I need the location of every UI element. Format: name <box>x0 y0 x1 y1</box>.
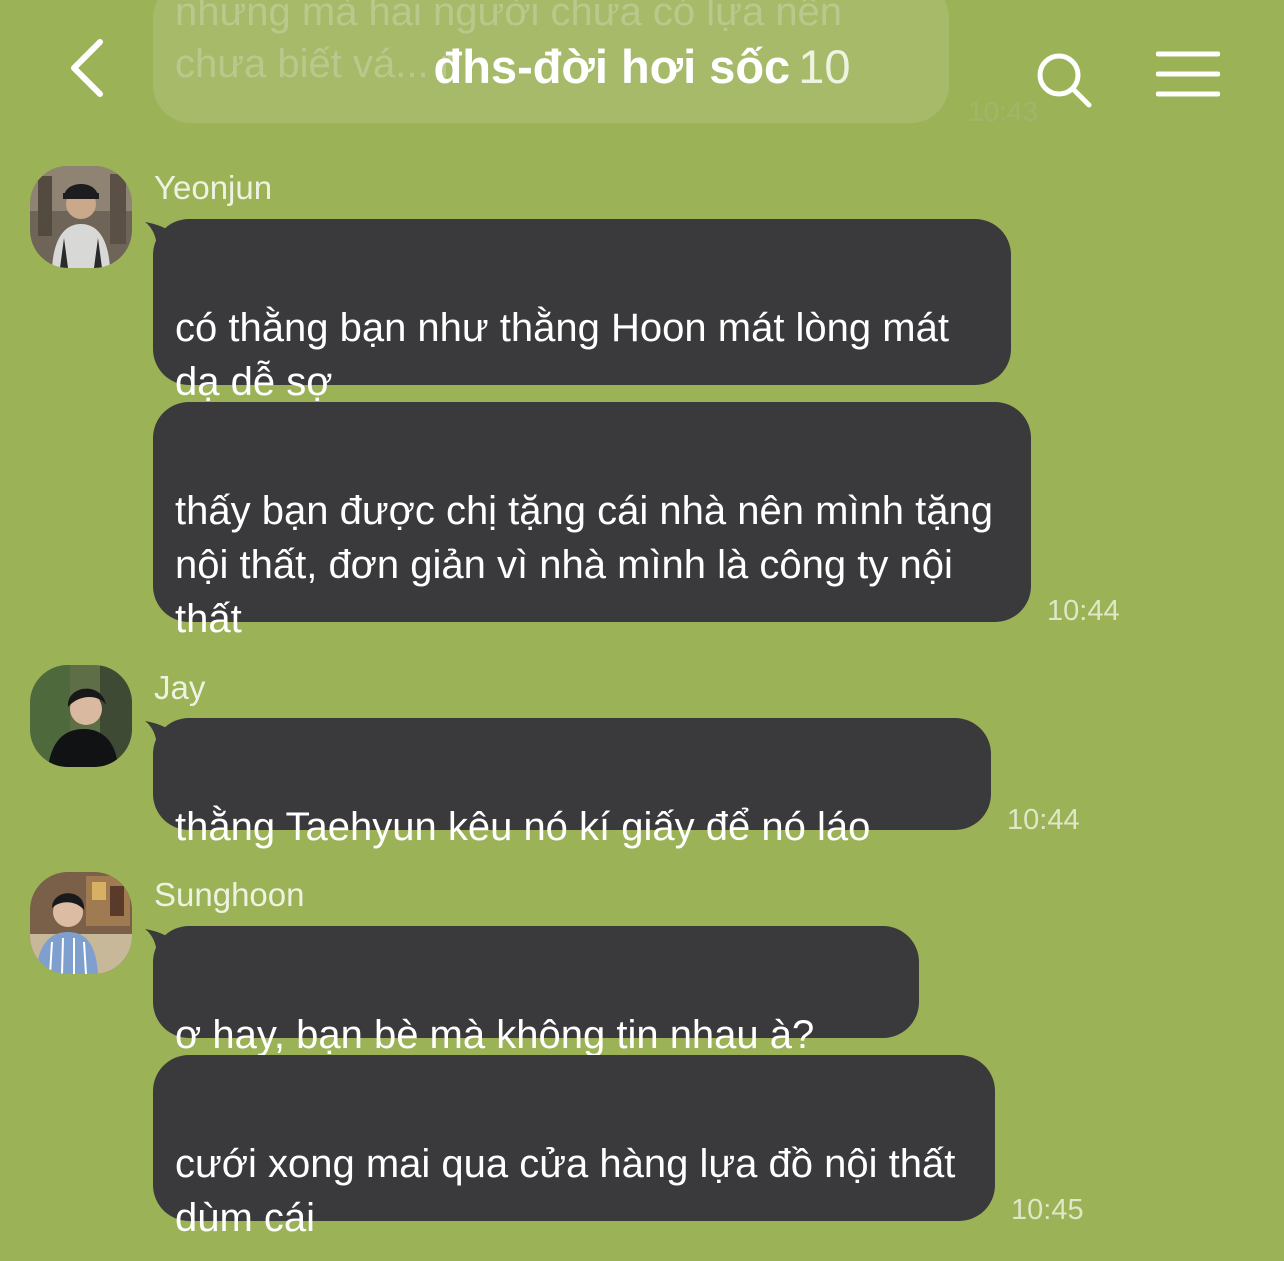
message-time: 10:44 <box>1047 595 1120 627</box>
message-text: cưới xong mai qua cửa hàng lựa đồ nội th… <box>175 1142 956 1240</box>
avatar-jay[interactable] <box>30 665 132 767</box>
group-name: đhs-đời hơi sốc <box>433 40 791 93</box>
chat-header: đhs-đời hơi sốc 10 <box>0 0 1284 140</box>
member-count: 10 <box>798 40 851 93</box>
avatar-sunghoon[interactable] <box>30 872 132 974</box>
message-time: 10:45 <box>1011 1194 1084 1226</box>
message-text: thằng Taehyun kêu nó kí giấy để nó láo <box>175 805 871 849</box>
message-text: ơ hay, bạn bè mà không tin nhau à? <box>175 1013 815 1057</box>
avatar-yeonjun[interactable] <box>30 166 132 268</box>
message-bubble[interactable]: thấy bạn được chị tặng cái nhà nên mình … <box>153 402 1031 641</box>
sender-name-yeonjun: Yeonjun <box>154 169 273 206</box>
message-bubble[interactable]: có thằng bạn như thằng Hoon mát lòng mát… <box>153 219 1011 404</box>
hamburger-menu-icon <box>1155 51 1221 97</box>
avatar-image <box>30 665 132 767</box>
sender-name-jay: Jay <box>154 669 206 706</box>
avatar-image <box>30 166 132 268</box>
search-button[interactable] <box>1034 50 1094 110</box>
message-bubble[interactable]: ơ hay, bạn bè mà không tin nhau à? <box>153 926 919 1057</box>
search-icon <box>1037 53 1092 108</box>
message-bubble[interactable]: thằng Taehyun kêu nó kí giấy để nó láo <box>153 718 991 849</box>
message-time: 10:44 <box>1007 804 1080 836</box>
menu-button[interactable] <box>1155 50 1221 100</box>
sender-name-sunghoon: Sunghoon <box>154 876 305 913</box>
message-text: có thằng bạn như thằng Hoon mát lòng mát… <box>175 306 949 404</box>
avatar-image <box>30 872 132 974</box>
message-text: thấy bạn được chị tặng cái nhà nên mình … <box>175 489 993 641</box>
message-bubble[interactable]: cưới xong mai qua cửa hàng lựa đồ nội th… <box>153 1055 995 1240</box>
